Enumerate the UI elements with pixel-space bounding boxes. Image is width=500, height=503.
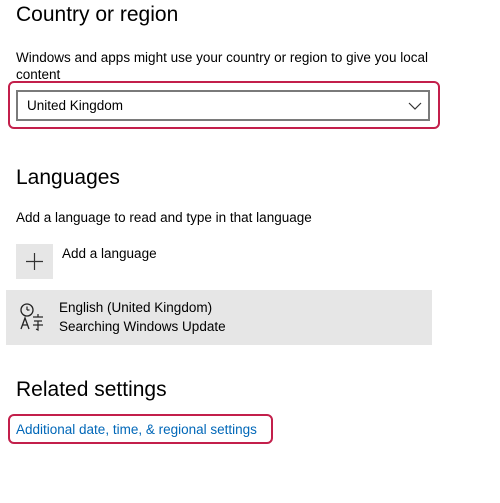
additional-regional-settings-link[interactable]: Additional date, time, & regional settin… — [16, 422, 257, 437]
language-list-item[interactable]: English (United Kingdom) Searching Windo… — [6, 290, 432, 345]
chevron-down-icon — [408, 99, 422, 113]
language-name: English (United Kingdom) — [59, 300, 213, 315]
languages-description: Add a language to read and type in that … — [16, 210, 312, 225]
plus-icon — [26, 253, 43, 270]
languages-heading: Languages — [16, 166, 120, 189]
language-icon — [18, 302, 48, 332]
country-region-dropdown[interactable]: United Kingdom — [16, 90, 430, 121]
country-region-description: Windows and apps might use your country … — [16, 50, 428, 82]
add-language-button[interactable] — [16, 244, 53, 279]
language-status: Searching Windows Update — [59, 319, 226, 334]
add-language-label[interactable]: Add a language — [62, 245, 157, 262]
country-region-heading: Country or region — [16, 3, 179, 26]
country-selected-value: United Kingdom — [27, 98, 124, 113]
related-settings-heading: Related settings — [16, 378, 167, 401]
